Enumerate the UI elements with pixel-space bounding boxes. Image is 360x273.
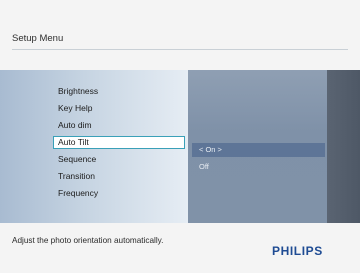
option-off[interactable]: Off xyxy=(199,160,325,174)
menu-item-auto-dim[interactable]: Auto dim xyxy=(58,119,184,132)
header-divider xyxy=(12,49,348,50)
page-title: Setup Menu xyxy=(12,33,64,44)
menu-item-transition[interactable]: Transition xyxy=(58,170,184,183)
footer: Adjust the photo orientation automatical… xyxy=(0,223,360,273)
help-text: Adjust the photo orientation automatical… xyxy=(12,236,164,245)
brand-logo: PHILIPS xyxy=(272,244,323,258)
menu-item-key-help[interactable]: Key Help xyxy=(58,102,184,115)
menu-item-auto-tilt[interactable]: Auto Tilt xyxy=(53,136,185,149)
option-on[interactable]: < On > xyxy=(192,143,325,157)
header: Setup Menu xyxy=(0,0,360,54)
side-pane xyxy=(327,70,360,223)
menu-body: Brightness Key Help Auto dim Auto Tilt S… xyxy=(0,70,360,223)
menu-item-brightness[interactable]: Brightness xyxy=(58,85,184,98)
setup-menu-screen: Setup Menu Brightness Key Help Auto dim … xyxy=(0,0,360,273)
menu-item-sequence[interactable]: Sequence xyxy=(58,153,184,166)
menu-item-frequency[interactable]: Frequency xyxy=(58,187,184,200)
menu-pane: Brightness Key Help Auto dim Auto Tilt S… xyxy=(0,70,188,223)
